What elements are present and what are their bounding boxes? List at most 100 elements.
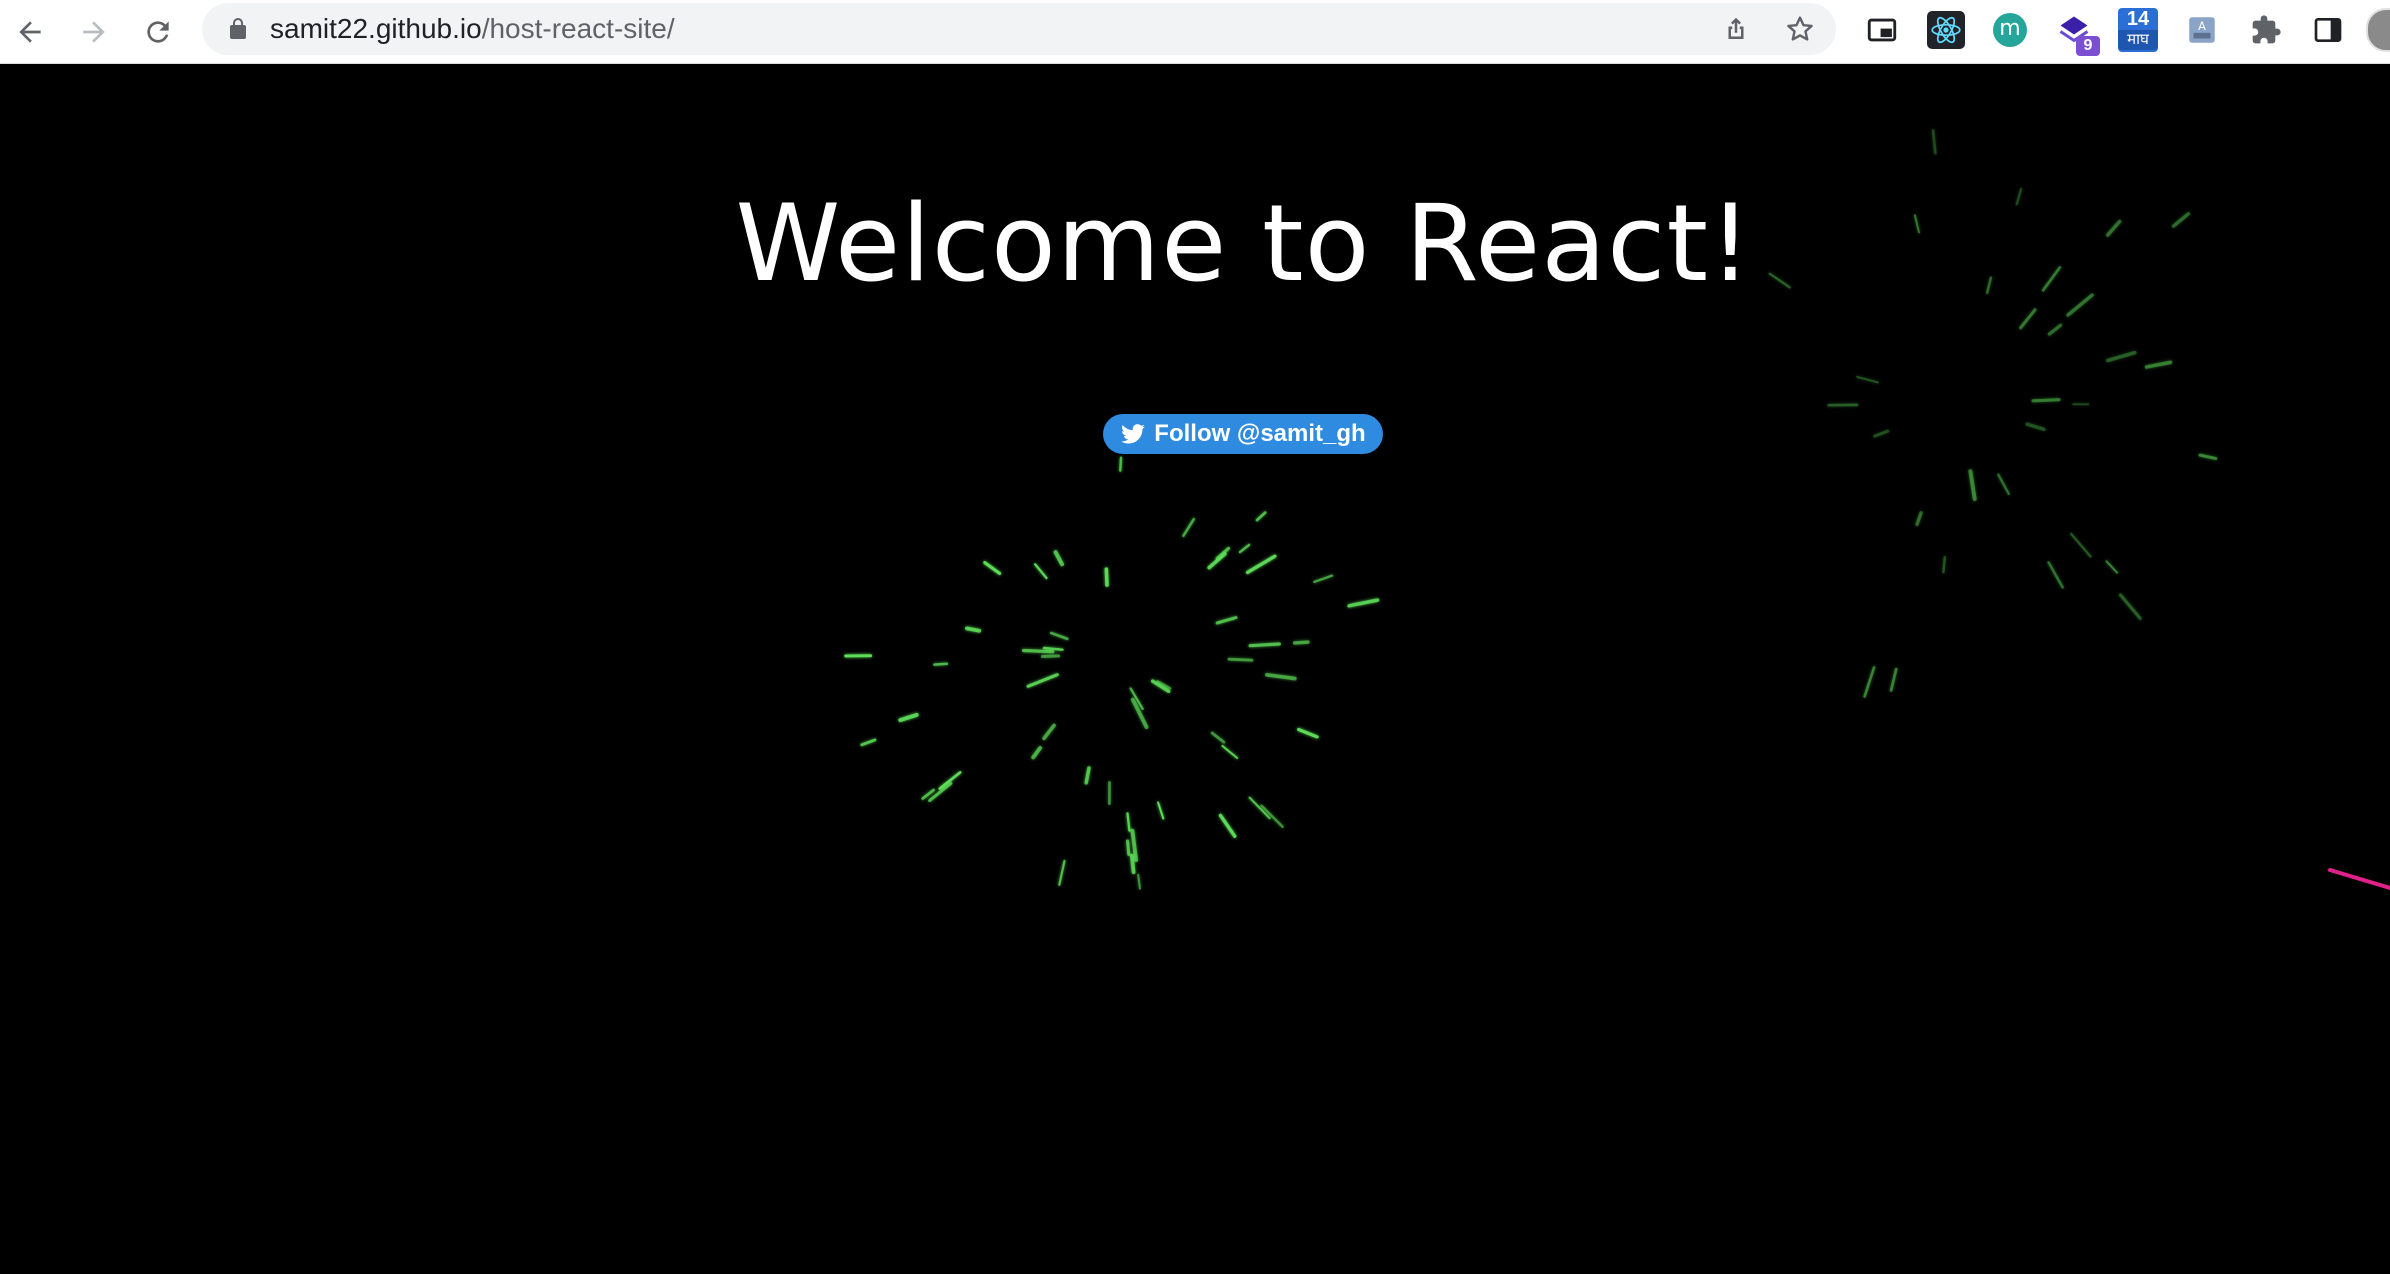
firework-spark bbox=[1119, 456, 1123, 472]
address-bar[interactable]: samit22.github.io/host-react-site/ bbox=[202, 3, 1836, 55]
firework-spark bbox=[1297, 727, 1319, 739]
firework-spark bbox=[1873, 429, 1890, 438]
firework-spark bbox=[1931, 129, 1937, 155]
firework-spark bbox=[860, 738, 877, 747]
side-panel-icon bbox=[2314, 18, 2342, 42]
firework-spark bbox=[1129, 853, 1136, 875]
url-path: /host-react-site/ bbox=[481, 13, 675, 44]
firework-spark bbox=[2070, 532, 2092, 558]
firework-spark bbox=[2105, 560, 2119, 574]
calendar-icon: 14 माघ bbox=[2118, 8, 2158, 52]
profile-m-extension[interactable]: m bbox=[1988, 8, 2032, 52]
lock-icon[interactable] bbox=[226, 17, 250, 41]
stacked-diamond-extension[interactable]: 9 bbox=[2052, 8, 2100, 56]
forward-arrow-icon bbox=[83, 21, 105, 43]
firework-spark bbox=[938, 771, 962, 790]
profile-m-icon: m bbox=[1993, 13, 2027, 47]
svg-text:A: A bbox=[2198, 19, 2206, 33]
firework-spark bbox=[1968, 469, 1977, 502]
firework-spark bbox=[1053, 550, 1064, 567]
page-title: Welcome to React! bbox=[735, 182, 1753, 305]
firework-spark bbox=[1227, 657, 1254, 662]
url-text[interactable]: samit22.github.io/host-react-site/ bbox=[270, 3, 675, 55]
extension-badge-count: 9 bbox=[2076, 36, 2100, 56]
firework-spark bbox=[2019, 308, 2037, 330]
firework-spark bbox=[2047, 561, 2064, 589]
picture-in-picture-extension[interactable] bbox=[1860, 8, 1904, 52]
extensions-menu-button[interactable] bbox=[2244, 8, 2288, 52]
firework-spark bbox=[1248, 796, 1271, 820]
firework-spark bbox=[2025, 422, 2046, 432]
firework-spark bbox=[933, 662, 949, 666]
firework-spark bbox=[1058, 859, 1066, 886]
picture-in-picture-icon bbox=[1867, 18, 1897, 42]
firework-spark bbox=[1215, 616, 1238, 625]
firework-burst bbox=[844, 456, 1380, 890]
firework-spark bbox=[1942, 556, 1947, 574]
firework-spark bbox=[1040, 654, 1061, 658]
firework-spark bbox=[1889, 667, 1898, 692]
back-button[interactable] bbox=[6, 8, 54, 56]
nepali-calendar-extension[interactable]: 14 माघ bbox=[2116, 8, 2160, 52]
reload-icon bbox=[147, 21, 169, 43]
firework-spark bbox=[1292, 640, 1310, 645]
firework-spark bbox=[1863, 666, 1876, 698]
twitter-follow-button[interactable]: Follow @samit_gh bbox=[1103, 414, 1383, 454]
firework-spark bbox=[1313, 574, 1334, 584]
url-host: samit22.github.io bbox=[270, 13, 482, 44]
firework-spark bbox=[1264, 672, 1297, 681]
firework-spark bbox=[2144, 360, 2173, 369]
firework-spark bbox=[1031, 745, 1043, 760]
share-button[interactable] bbox=[1720, 13, 1752, 45]
firework-spark bbox=[1026, 673, 1059, 688]
firework-spark bbox=[1084, 766, 1091, 785]
firework-spark bbox=[1210, 731, 1226, 744]
forward-button[interactable] bbox=[70, 8, 118, 56]
page-canvas: Welcome to React! Follow @samit_gh bbox=[0, 64, 2390, 1274]
firework-spark bbox=[983, 561, 1002, 575]
follow-button-label: Follow @samit_gh bbox=[1154, 420, 1366, 447]
firework-spark bbox=[1137, 873, 1141, 890]
firework-spark bbox=[1207, 552, 1227, 570]
firework-spark bbox=[1221, 744, 1239, 759]
firework-spark bbox=[1033, 563, 1048, 580]
translator-extension[interactable]: A bbox=[2180, 8, 2224, 52]
firework-pink-streak bbox=[2328, 868, 2390, 890]
firework-spark bbox=[2047, 323, 2063, 336]
star-icon bbox=[1787, 16, 1813, 41]
browser-toolbar: samit22.github.io/host-react-site/ m 9 1… bbox=[0, 0, 2390, 64]
calendar-month: माघ bbox=[2118, 30, 2158, 50]
firework-spark bbox=[1238, 543, 1251, 554]
reload-button[interactable] bbox=[134, 8, 182, 56]
firework-spark bbox=[1126, 812, 1131, 832]
firework-spark bbox=[1347, 598, 1380, 608]
calendar-day: 14 bbox=[2126, 8, 2150, 30]
puzzle-icon bbox=[2252, 15, 2281, 44]
firework-spark bbox=[1255, 511, 1267, 522]
firework-spark bbox=[2031, 398, 2061, 403]
firework-spark bbox=[1021, 648, 1055, 654]
firework-spark bbox=[1260, 804, 1284, 829]
firework-spark bbox=[1245, 554, 1277, 575]
bookmark-star-button[interactable] bbox=[1784, 13, 1816, 45]
twitter-bird-icon bbox=[1121, 424, 1146, 444]
firework-spark bbox=[2105, 350, 2137, 363]
firework-spark bbox=[1182, 517, 1196, 538]
back-arrow-icon bbox=[19, 21, 41, 43]
firework-spark bbox=[2118, 593, 2142, 621]
firework-spark bbox=[1049, 631, 1069, 641]
firework-spark bbox=[1042, 646, 1064, 651]
firework-spark bbox=[1157, 801, 1165, 820]
avatar bbox=[2366, 8, 2390, 52]
translate-icon: A bbox=[2189, 17, 2215, 43]
firework-spark bbox=[1997, 473, 2010, 496]
firework-spark bbox=[1248, 642, 1281, 648]
firework-spark bbox=[1915, 511, 1923, 527]
firework-spark bbox=[1042, 723, 1056, 741]
firework-spark bbox=[965, 626, 982, 633]
firework-spark bbox=[898, 712, 919, 723]
firework-spark bbox=[2198, 453, 2218, 460]
profile-avatar-button[interactable] bbox=[2366, 8, 2390, 52]
react-devtools-extension[interactable] bbox=[1924, 8, 1968, 52]
side-panel-button[interactable] bbox=[2306, 8, 2350, 52]
